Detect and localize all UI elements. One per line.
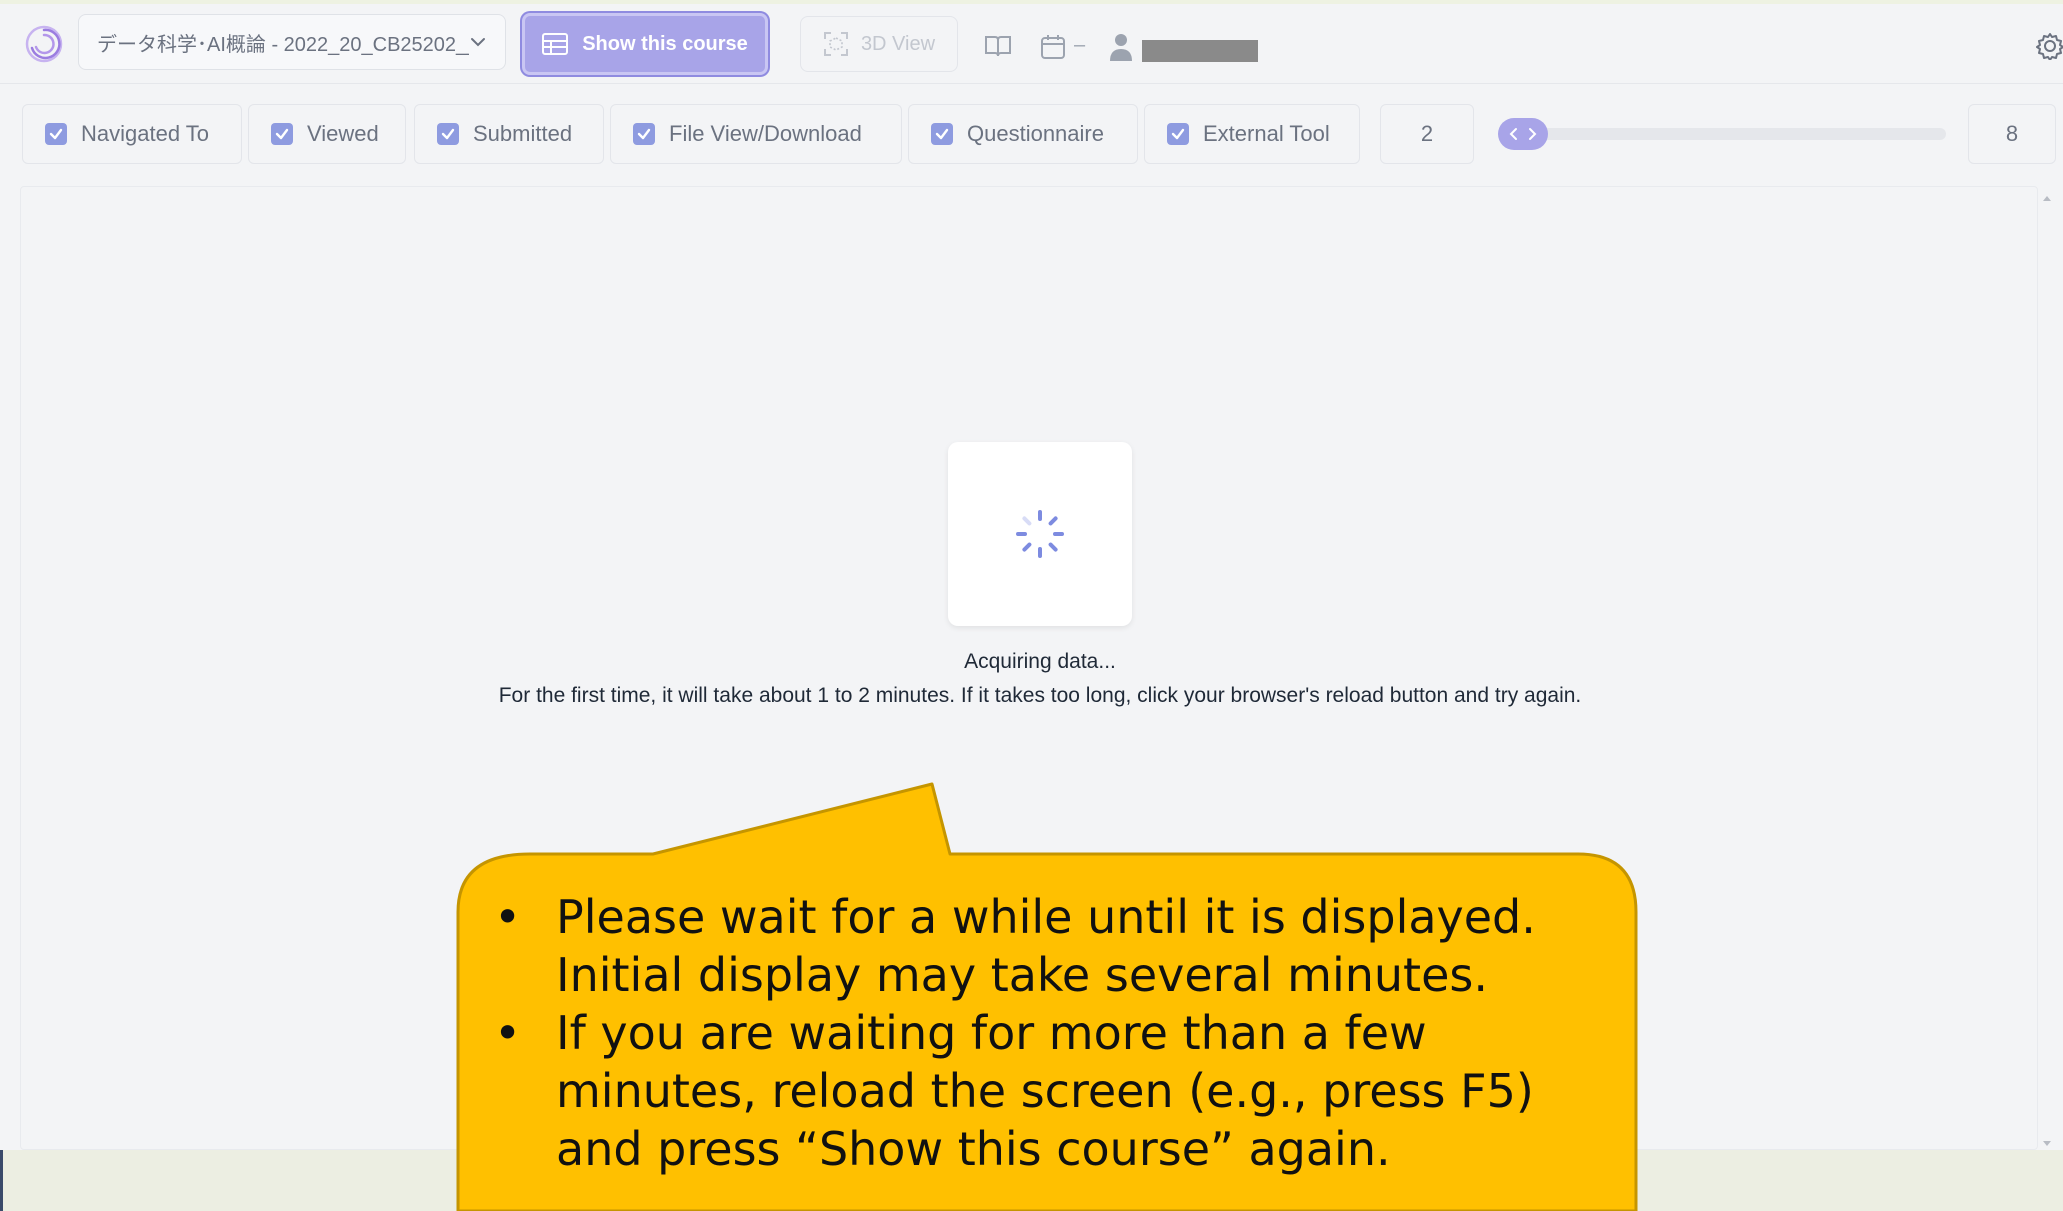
loading-spinner-icon bbox=[1016, 510, 1064, 558]
filter-label: Navigated To bbox=[81, 121, 210, 146]
date-range-value: – bbox=[1074, 34, 1086, 56]
view-3d-label: 3D View bbox=[860, 32, 936, 55]
cube-focus-icon bbox=[823, 32, 848, 56]
book-open-icon[interactable] bbox=[984, 34, 1012, 58]
chevron-left-icon bbox=[1509, 128, 1517, 140]
filter-label: File View/Download bbox=[669, 121, 862, 146]
filter-label: Questionnaire bbox=[967, 121, 1104, 146]
callout-bullet-item: • Please wait for a while until it is di… bbox=[490, 888, 1610, 1004]
filter-label: Viewed bbox=[307, 121, 379, 146]
scroll-down-arrow-icon[interactable] bbox=[2040, 1138, 2054, 1150]
callout-bullet-text: Please wait for a while until it is disp… bbox=[556, 890, 1536, 1002]
callout-bullet-list: • Please wait for a while until it is di… bbox=[490, 888, 1610, 1178]
bullet-mark: • bbox=[494, 890, 522, 944]
view-3d-button[interactable]: 3D View bbox=[800, 16, 958, 72]
range-min-value: 2 bbox=[1420, 121, 1434, 146]
range-max-value: 8 bbox=[2005, 121, 2019, 146]
filter-navigated-to[interactable]: Navigated To bbox=[22, 104, 242, 164]
left-edge-bar bbox=[0, 1150, 3, 1211]
checkbox-checked-icon[interactable] bbox=[633, 123, 655, 145]
chevron-down-icon bbox=[471, 38, 485, 47]
gear-icon[interactable] bbox=[2036, 32, 2063, 60]
filter-viewed[interactable]: Viewed bbox=[248, 104, 406, 164]
filter-external-tool[interactable]: External Tool bbox=[1144, 104, 1360, 164]
callout-bullet-text: If you are waiting for more than a few m… bbox=[556, 1006, 1534, 1176]
course-select-label: データ科学･AI概論 - 2022_20_CB25202__A bbox=[97, 33, 469, 56]
calendar-icon[interactable] bbox=[1040, 34, 1066, 60]
callout-bullet-item: • If you are waiting for more than a few… bbox=[490, 1004, 1610, 1178]
filter-file-view-download[interactable]: File View/Download bbox=[610, 104, 902, 164]
range-max-input[interactable]: 8 bbox=[1968, 104, 2056, 164]
header-bar: データ科学･AI概論 - 2022_20_CB25202__A Show thi… bbox=[0, 4, 2063, 84]
chevron-right-icon bbox=[1529, 128, 1537, 140]
loading-message: For the first time, it will take about 1… bbox=[498, 684, 1582, 707]
range-slider-handle[interactable] bbox=[1498, 118, 1548, 150]
bullet-mark: • bbox=[494, 1006, 522, 1060]
range-min-input[interactable]: 2 bbox=[1380, 104, 1474, 164]
checkbox-checked-icon[interactable] bbox=[437, 123, 459, 145]
filter-label: External Tool bbox=[1203, 121, 1330, 146]
filter-label: Submitted bbox=[473, 121, 573, 146]
loading-title: Acquiring data... bbox=[964, 650, 1116, 673]
checkbox-checked-icon[interactable] bbox=[1167, 123, 1189, 145]
scroll-up-arrow-icon[interactable] bbox=[2040, 192, 2054, 204]
filter-submitted[interactable]: Submitted bbox=[414, 104, 604, 164]
checkbox-checked-icon[interactable] bbox=[45, 123, 67, 145]
loading-card bbox=[948, 442, 1132, 626]
spiral-logo-icon bbox=[25, 25, 63, 63]
user-icon bbox=[1110, 34, 1132, 61]
course-select[interactable]: データ科学･AI概論 - 2022_20_CB25202__A bbox=[78, 14, 506, 70]
show-course-button[interactable]: Show this course bbox=[522, 13, 768, 75]
filter-questionnaire[interactable]: Questionnaire bbox=[908, 104, 1138, 164]
show-course-label: Show this course bbox=[582, 32, 748, 55]
checkbox-checked-icon[interactable] bbox=[931, 123, 953, 145]
table-icon bbox=[542, 33, 569, 55]
checkbox-checked-icon[interactable] bbox=[271, 123, 293, 145]
range-slider-track[interactable] bbox=[1500, 128, 1946, 140]
redacted-username bbox=[1142, 40, 1258, 62]
